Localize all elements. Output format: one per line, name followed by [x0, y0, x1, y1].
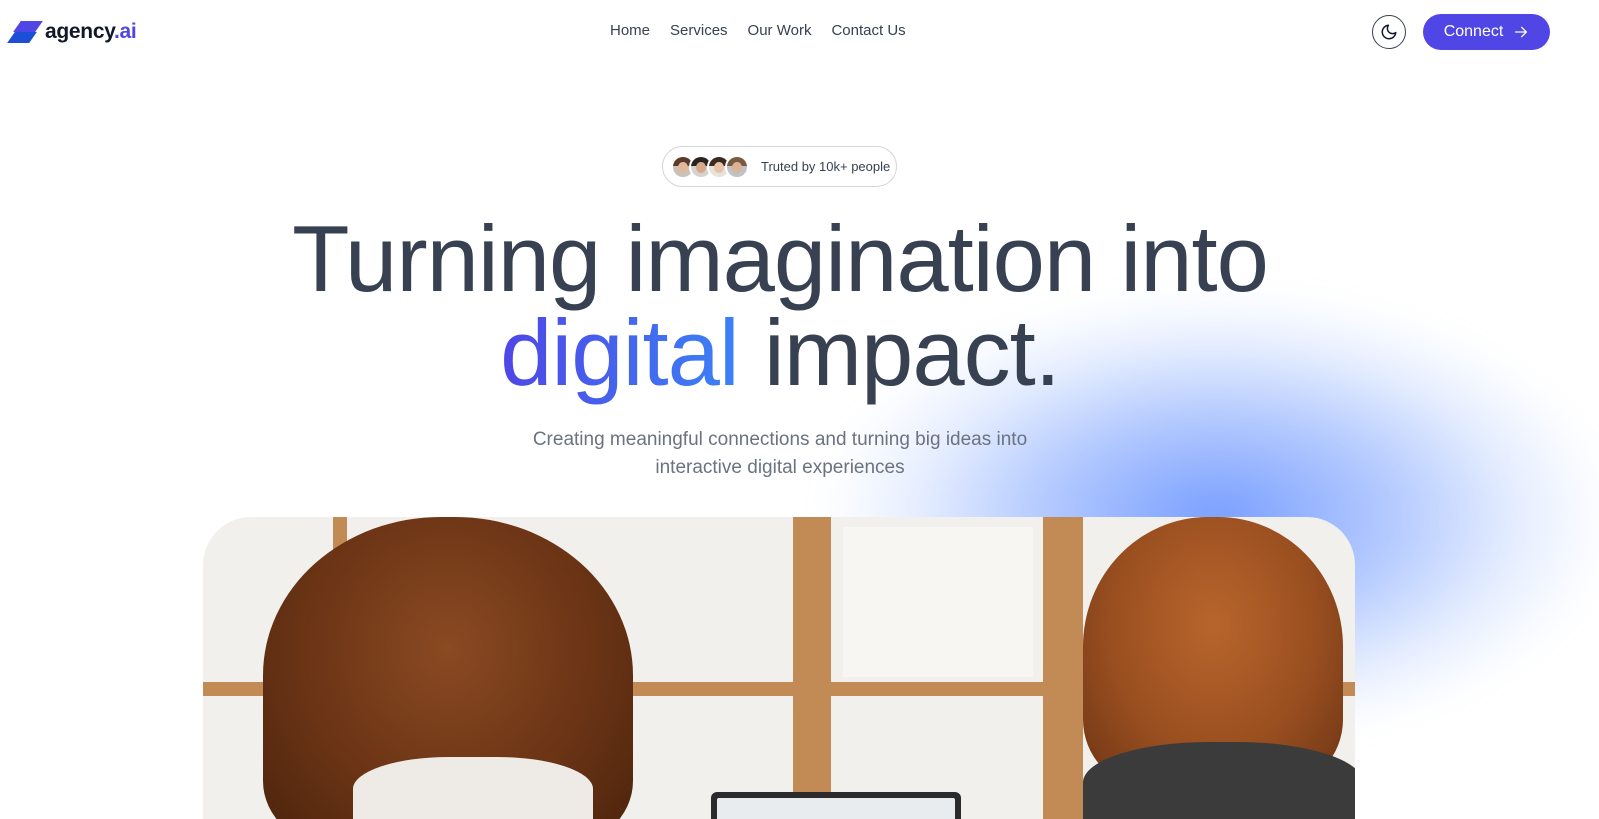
hero-subtitle-line2: interactive digital experiences [655, 457, 905, 478]
arrow-right-icon [1515, 26, 1528, 38]
connect-label: Connect [1443, 23, 1504, 40]
connect-button[interactable]: Connect [1423, 14, 1550, 50]
theme-toggle-button[interactable] [1372, 15, 1406, 49]
hero-title-line2: impact. [738, 300, 1061, 405]
badge-text: Truted by 10k+ people [761, 159, 891, 174]
logo-mark-icon [7, 19, 43, 45]
hero-image [203, 517, 1355, 819]
logo[interactable]: agency.ai [7, 19, 137, 45]
nav-item-our-work[interactable]: Our Work [748, 22, 812, 39]
trusted-badge: Truted by 10k+ people [662, 146, 897, 187]
avatar [725, 154, 749, 179]
laptop [711, 792, 961, 819]
brand-suffix: .ai [114, 20, 137, 43]
hero-subtitle: Creating meaningful connections and turn… [0, 426, 1560, 482]
nav-item-contact-us[interactable]: Contact Us [831, 22, 905, 39]
nav-item-services[interactable]: Services [670, 22, 728, 39]
logo-text: agency.ai [45, 20, 137, 44]
main-nav: Home Services Our Work Contact Us [610, 22, 906, 39]
moon-icon [1381, 24, 1397, 40]
hero-subtitle-line1: Creating meaningful connections and turn… [532, 429, 1028, 450]
site-header: agency.ai Home Services Our Work Contact… [0, 0, 1599, 64]
hero-title-accent: digital [500, 300, 740, 405]
hero-title-line1: Turning imagination into [292, 206, 1269, 311]
hero-title: Turning imagination into digital impact. [0, 212, 1560, 400]
nav-item-home[interactable]: Home [610, 22, 650, 39]
avatar-group [671, 154, 749, 179]
brand-name: agency [45, 20, 115, 43]
